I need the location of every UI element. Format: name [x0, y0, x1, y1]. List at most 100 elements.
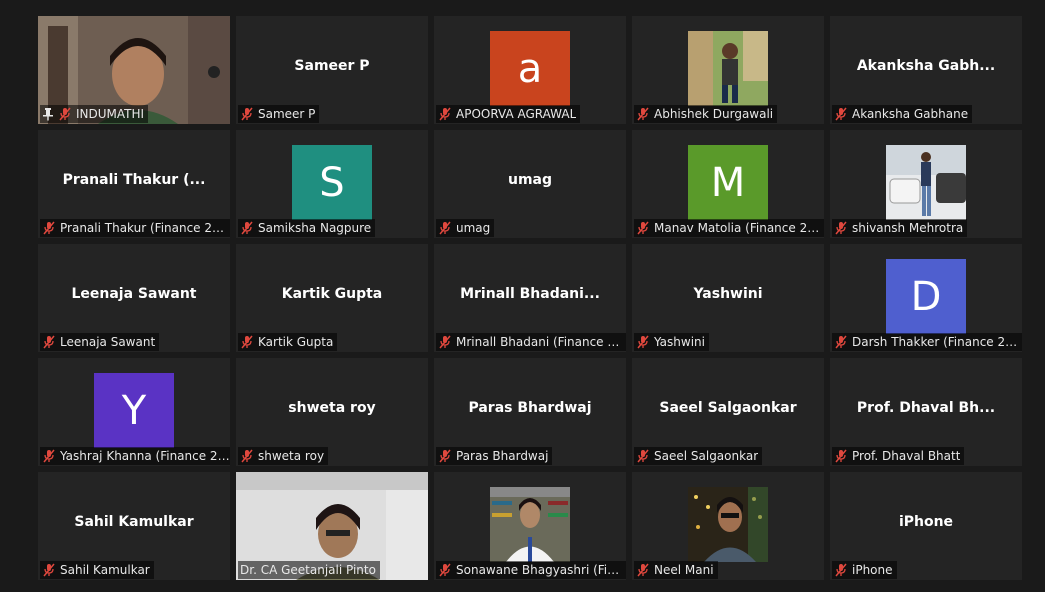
participant-tile[interactable]: Saeel Salgaonkar Saeel Salgaonkar	[632, 358, 824, 466]
participant-label-text: Sameer P	[258, 107, 316, 121]
participant-label-text: Pranali Thakur (Finance 21-...	[60, 221, 230, 235]
participant-label-text: Mrinall Bhadani (Finance 2...	[456, 335, 626, 349]
participant-label-text: Neel Mani	[654, 563, 714, 577]
participant-tile[interactable]: umag umag	[434, 130, 626, 238]
participant-name-label: Kartik Gupta	[238, 333, 338, 351]
muted-mic-icon	[439, 107, 451, 121]
participant-display-name: Saeel Salgaonkar	[659, 400, 797, 416]
participant-tile[interactable]: Akanksha Gabh... Akanksha Gabhane	[830, 16, 1022, 124]
participant-display-name: shweta roy	[288, 400, 376, 416]
participant-avatar: M	[688, 145, 768, 220]
avatar-initial: Y	[121, 387, 147, 434]
muted-mic-icon	[439, 335, 451, 349]
muted-mic-icon	[835, 221, 847, 235]
participant-label-text: Kartik Gupta	[258, 335, 334, 349]
avatar-initial: a	[517, 45, 543, 92]
participant-tile[interactable]: Mrinall Bhadani... Mrinall Bhadani (Finan…	[434, 244, 626, 352]
participant-label-text: Dr. CA Geetanjali Pinto	[240, 563, 376, 577]
muted-mic-icon	[637, 221, 649, 235]
avatar-initial: S	[319, 159, 345, 206]
participant-tile[interactable]: Abhishek Durgawali	[632, 16, 824, 124]
participant-label-text: Sahil Kamulkar	[60, 563, 150, 577]
participant-name-label: Mrinall Bhadani (Finance 2...	[436, 333, 626, 351]
participant-tile[interactable]: Pranali Thakur (... Pranali Thakur (Finan…	[38, 130, 230, 238]
participant-label-text: shweta roy	[258, 449, 325, 463]
participant-tile[interactable]: Prof. Dhaval Bh... Prof. Dhaval Bhatt	[830, 358, 1022, 466]
participant-tile[interactable]: Sonawane Bhagyashri (Fina...	[434, 472, 626, 580]
participant-label-text: Samiksha Nagpure	[258, 221, 372, 235]
participant-label-text: Paras Bhardwaj	[456, 449, 549, 463]
participant-name-label: umag	[436, 219, 495, 237]
participant-tile[interactable]: Y Yashraj Khanna (Finance 21...	[38, 358, 230, 466]
participant-name-label: APOORVA AGRAWAL	[436, 105, 581, 123]
participant-tile[interactable]: Sahil Kamulkar Sahil Kamulkar	[38, 472, 230, 580]
muted-mic-icon	[439, 563, 451, 577]
participant-label-text: INDUMATHI	[76, 107, 145, 121]
muted-mic-icon	[637, 335, 649, 349]
participant-tile[interactable]: a APOORVA AGRAWAL	[434, 16, 626, 124]
participant-display-name: Sameer P	[294, 58, 370, 74]
participant-label-text: iPhone	[852, 563, 893, 577]
participant-display-name: Leenaja Sawant	[71, 286, 197, 302]
participant-label-text: umag	[456, 221, 491, 235]
muted-mic-icon	[241, 107, 253, 121]
muted-mic-icon	[59, 107, 71, 121]
participant-tile[interactable]: INDUMATHI	[38, 16, 230, 124]
participant-name-label: Dr. CA Geetanjali Pinto	[238, 561, 380, 579]
participant-label-text: Akanksha Gabhane	[852, 107, 969, 121]
participant-tile[interactable]: shweta roy shweta roy	[236, 358, 428, 466]
participant-tile[interactable]: Leenaja Sawant Leenaja Sawant	[38, 244, 230, 352]
participant-tile[interactable]: shivansh Mehrotra	[830, 130, 1022, 238]
participant-name-label: Sahil Kamulkar	[40, 561, 154, 579]
participant-tile[interactable]: M Manav Matolia (Finance 21...	[632, 130, 824, 238]
participant-name-label: Paras Bhardwaj	[436, 447, 553, 465]
participant-tile[interactable]: iPhone iPhone	[830, 472, 1022, 580]
participant-tile[interactable]: Kartik Gupta Kartik Gupta	[236, 244, 428, 352]
participant-label-text: Yashraj Khanna (Finance 21...	[60, 449, 230, 463]
muted-mic-icon	[241, 221, 253, 235]
participant-avatar: a	[490, 31, 570, 106]
muted-mic-icon	[835, 335, 847, 349]
participant-tile[interactable]: Neel Mani	[632, 472, 824, 580]
participant-name-label: shivansh Mehrotra	[832, 219, 968, 237]
participant-name-label: Sonawane Bhagyashri (Fina...	[436, 561, 626, 579]
participant-label-text: shivansh Mehrotra	[852, 221, 964, 235]
participant-display-name: umag	[507, 172, 553, 188]
muted-mic-icon	[43, 221, 55, 235]
participant-tile[interactable]: Paras Bhardwaj Paras Bhardwaj	[434, 358, 626, 466]
participant-name-label: shweta roy	[238, 447, 329, 465]
participant-name-label: Yashwini	[634, 333, 709, 351]
participant-name-label: Yashraj Khanna (Finance 21...	[40, 447, 230, 465]
muted-mic-icon	[439, 449, 451, 463]
participant-avatar: D	[886, 259, 966, 334]
participant-label-text: Yashwini	[654, 335, 705, 349]
participant-display-name: Sahil Kamulkar	[74, 514, 194, 530]
participant-tile[interactable]: Dr. CA Geetanjali Pinto	[236, 472, 428, 580]
participant-name-label: Akanksha Gabhane	[832, 105, 973, 123]
muted-mic-icon	[43, 449, 55, 463]
participant-display-name: iPhone	[898, 514, 954, 530]
gallery-grid: INDUMATHI Sameer P Sameer P a APOORVA AGRAWA…	[38, 16, 1022, 580]
participant-name-label: Sameer P	[238, 105, 320, 123]
participant-name-label: Saeel Salgaonkar	[634, 447, 763, 465]
participant-tile[interactable]: Yashwini Yashwini	[632, 244, 824, 352]
avatar-initial: D	[910, 273, 942, 320]
participant-name-label: Prof. Dhaval Bhatt	[832, 447, 965, 465]
participant-avatar: S	[292, 145, 372, 220]
participant-name-label: Pranali Thakur (Finance 21-...	[40, 219, 230, 237]
participant-tile[interactable]: D Darsh Thakker (Finance 21-...	[830, 244, 1022, 352]
participant-avatar: Y	[94, 373, 174, 448]
muted-mic-icon	[241, 335, 253, 349]
participant-label-text: Leenaja Sawant	[60, 335, 156, 349]
participant-name-label: Samiksha Nagpure	[238, 219, 376, 237]
muted-mic-icon	[439, 221, 451, 235]
participant-tile[interactable]: Sameer P Sameer P	[236, 16, 428, 124]
participant-display-name: Pranali Thakur (...	[62, 172, 206, 188]
participant-tile[interactable]: S Samiksha Nagpure	[236, 130, 428, 238]
participant-display-name: Kartik Gupta	[281, 286, 383, 302]
avatar-initial: M	[710, 159, 746, 206]
participant-label-text: Abhishek Durgawali	[654, 107, 774, 121]
participant-display-name: Mrinall Bhadani...	[460, 286, 600, 302]
participant-label-text: Prof. Dhaval Bhatt	[852, 449, 961, 463]
muted-mic-icon	[637, 563, 649, 577]
